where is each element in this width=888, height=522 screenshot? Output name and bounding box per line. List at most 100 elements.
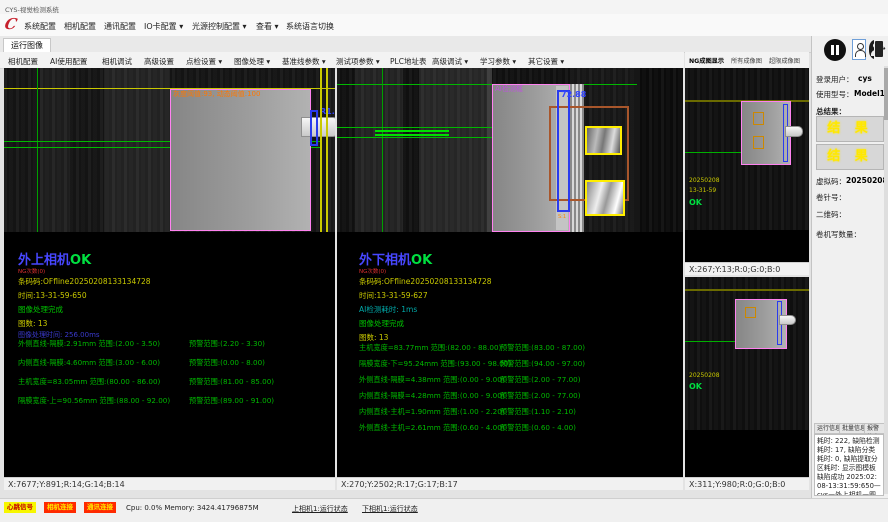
- user-switch-button[interactable]: [852, 39, 866, 60]
- login-user-label: 登录用户：: [816, 74, 854, 85]
- tool-ai-use-config[interactable]: AI使用配置: [50, 56, 87, 67]
- warning-range: 预警范围:(0.60 - 4.00): [500, 424, 576, 431]
- tool-baseline-params[interactable]: 基准线参数 ▾: [282, 56, 326, 67]
- heartbeat-status-badge: 心跳信号: [4, 502, 36, 513]
- tab-strip: 运行图像: [0, 36, 888, 53]
- frame-count: 图数: 13: [18, 320, 47, 328]
- feature-orange-box: [753, 136, 764, 149]
- warning-range: 预警范围:(2.20 - 3.30): [189, 340, 265, 347]
- thumb-barcode-text: 20250208: [689, 178, 720, 184]
- tab-all-images[interactable]: 所有成像图: [731, 56, 762, 65]
- menu-item-io-config[interactable]: IO卡配置 ▾: [144, 21, 183, 32]
- tab-ng-images[interactable]: NG成图显示: [689, 56, 724, 65]
- menu-item-language-switch[interactable]: 系统语言切换: [286, 21, 334, 32]
- logout-button[interactable]: →: [874, 39, 888, 60]
- camera-image-outer-lower[interactable]: AI检测框 72.88 S:1: [337, 68, 683, 232]
- pixel-coords-readout: X:7677;Y:891;R:14;G:14;B:14: [4, 477, 335, 490]
- pause-icon: [831, 45, 834, 55]
- ng-thumb-image-top[interactable]: 20250208 13-31-59 OK: [685, 68, 809, 230]
- virtual-code-value: 20250208: [846, 176, 888, 185]
- log-output: 耗时: 222, 缺陷检测耗时: 17, 缺陷分类耗时: 0, 缺陷提取分区耗时…: [814, 434, 884, 496]
- green-reference-vline: [37, 68, 38, 232]
- tool-camera-debug[interactable]: 相机调试: [102, 56, 132, 67]
- pause-icon: [836, 45, 839, 55]
- needle-no-label: 卷针号：: [816, 192, 846, 203]
- pixel-coords-readout: X:270;Y:2502;R:17;G:17;B:17: [337, 477, 683, 490]
- tool-advanced-settings[interactable]: 高级设置: [144, 56, 174, 67]
- warning-range: 预警范围:(83.00 - 87.00): [500, 344, 585, 351]
- capture-time: 时间:13-31-59-627: [359, 292, 428, 300]
- measurement-value: 内侧直线-主机=1.90mm 范围:(1.00 - 2.20): [359, 408, 505, 415]
- thumb-time-text: 13-31-59: [689, 188, 716, 194]
- marker-overlay: S:1: [558, 215, 566, 220]
- ng-thumb-image-bottom[interactable]: 20250208 OK: [685, 277, 809, 430]
- result-box-2: 结 果: [816, 144, 884, 170]
- barcode-text: 条码码:OFfline20250208133134728: [359, 278, 492, 286]
- virtual-code-label: 虚拟码：: [816, 176, 846, 187]
- tool-plc-address[interactable]: PLC地址表: [390, 56, 426, 67]
- status-bar: 心跳信号 相机连接 通讯连接 Cpu: 0.0% Memory: 3424.41…: [0, 498, 888, 522]
- camera-image-outer-upper[interactable]: 灰度阈值:93, 动态阈值:100 R1.46: [4, 68, 335, 232]
- camera-name: 外下相机: [359, 253, 411, 268]
- tool-spot-check[interactable]: 点检设置 ▾: [186, 56, 222, 67]
- tab-connector: [301, 117, 335, 137]
- upper-camera-state-link[interactable]: 上相机1:运行状态: [292, 504, 348, 514]
- warning-range: 预警范围:(2.00 - 77.00): [500, 376, 581, 383]
- result-ok-badge: OK: [70, 253, 91, 268]
- tool-learning-params[interactable]: 学习参数 ▾: [480, 56, 516, 67]
- comm-link-status-badge: 通讯连接: [84, 502, 116, 513]
- measurement-value: 外侧直线-隔膜:2.91mm 范围:(2.00 - 3.50): [18, 340, 160, 347]
- threshold-overlay-text: 灰度阈值:93, 动态阈值:100: [173, 91, 260, 98]
- tool-camera-config[interactable]: 相机配置: [8, 56, 38, 67]
- tab-run-image[interactable]: 运行图像: [3, 38, 51, 52]
- ng-thumb-panel-top: 20250208 13-31-59 OK X:267;Y:13;R:0;G:0;…: [685, 68, 809, 275]
- cpu-memory-readout: Cpu: 0.0% Memory: 3424.41796875M: [126, 504, 259, 512]
- measurement-value: 外侧直线-主机=2.61mm 范围:(0.60 - 4.00): [359, 424, 505, 431]
- tool-test-item-params[interactable]: 测试项参数 ▾: [336, 56, 380, 67]
- toolbar: 相机配置 AI使用配置 相机调试 高级设置 点检设置 ▾ 图像处理 ▾ 基准线参…: [0, 52, 684, 69]
- lower-camera-state-link[interactable]: 下相机1:运行状态: [362, 504, 418, 514]
- processing-done-text: 图像处理完成: [359, 320, 404, 328]
- result-ok-badge: OK: [411, 253, 432, 268]
- measure-value-overlay: R1.46: [320, 108, 335, 116]
- log-tab-alarm[interactable]: 报警信息: [864, 423, 886, 434]
- thumb-barcode-text: 20250208: [689, 373, 720, 379]
- side-scrollbar-thumb[interactable]: [884, 68, 888, 120]
- tool-image-processing[interactable]: 图像处理 ▾: [234, 56, 270, 67]
- measurement-value: 隔膜宽度-下=95.24mm 范围:(93.00 - 98.00): [359, 360, 511, 367]
- measure-box-blue: [310, 110, 318, 146]
- qr-code-label: 二维码：: [816, 209, 846, 220]
- menu-item-comm-config[interactable]: 通讯配置: [104, 21, 136, 32]
- ng-thumb-panel-bottom: 20250208 OK X:311;Y:980;R:0;G:0;B:0: [685, 277, 809, 490]
- measurement-value: 内侧直线-隔膜=4.28mm 范围:(0.00 - 9.00): [359, 392, 505, 399]
- exit-arrow-icon: →: [879, 47, 888, 51]
- ai-box-label: AI检测框: [495, 86, 523, 93]
- tab-overlimit-images[interactable]: 超限成像图: [769, 56, 800, 65]
- app-logo-icon: C: [3, 15, 19, 33]
- tool-advanced-debug[interactable]: 高级调试 ▾: [432, 56, 468, 67]
- green-reference-line: [685, 152, 741, 153]
- camera-title: 外下相机OK: [359, 254, 432, 267]
- menu-bar: C 系统配置 相机配置 通讯配置 IO卡配置 ▾ 光源控制配置 ▾ 查看 ▾ 系…: [0, 14, 888, 36]
- pause-button[interactable]: [824, 39, 846, 61]
- tool-other-settings[interactable]: 其它设置 ▾: [528, 56, 564, 67]
- warning-range: 预警范围:(2.00 - 77.00): [500, 392, 581, 399]
- user-icon: [855, 50, 866, 57]
- model-value: Model1: [854, 89, 885, 98]
- application-window: CYS-视觉检测系统 C 系统配置 相机配置 通讯配置 IO卡配置 ▾ 光源控制…: [0, 0, 888, 522]
- side-scrollbar-track[interactable]: [884, 66, 888, 494]
- tab-connector: [785, 126, 803, 137]
- barcode-text: 条码码:OFfline20250208133134728: [18, 278, 151, 286]
- feature-orange-box: [745, 307, 756, 318]
- menu-item-view[interactable]: 查看 ▾: [256, 21, 279, 32]
- ng-count-note: NG次数(0): [18, 270, 45, 276]
- ai-time-text: AI检测耗时: 1ms: [359, 306, 417, 314]
- menu-item-camera-config[interactable]: 相机配置: [64, 21, 96, 32]
- window-titlebar: CYS-视觉检测系统: [0, 0, 888, 15]
- menu-item-light-config[interactable]: 光源控制配置 ▾: [192, 21, 247, 32]
- log-tabs: 运行信息 批量信息 报警信息: [814, 423, 886, 433]
- green-highlight-line: [375, 130, 449, 132]
- camera-name: 外上相机: [18, 253, 70, 268]
- menu-item-system-config[interactable]: 系统配置: [24, 21, 56, 32]
- model-label: 使用型号：: [816, 89, 854, 100]
